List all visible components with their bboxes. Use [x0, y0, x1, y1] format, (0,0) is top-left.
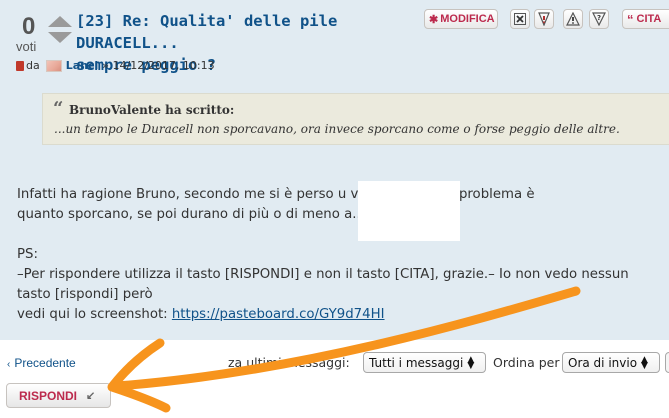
- reply-arrow-icon: ↙: [86, 390, 96, 402]
- body-line: PS:: [17, 247, 38, 262]
- body-line-prefix: vedi qui lo screenshot:: [17, 307, 172, 322]
- delete-icon: [514, 13, 526, 25]
- star-icon: ✱: [429, 13, 439, 26]
- post-panel: 0 voti [23] Re: Qualita' delle pile DURA…: [0, 0, 669, 340]
- reply-button-label: RISPONDI: [19, 388, 78, 403]
- quote-author: BrunoValente ha scritto:: [69, 103, 235, 117]
- author-prefix: da: [26, 59, 40, 72]
- display-select[interactable]: Tutti i messaggi ▲ ▼: [363, 352, 486, 373]
- post-title-line1[interactable]: [23] Re: Qualita' delle pile DURACELL...: [76, 10, 406, 54]
- direction-select[interactable]: [665, 352, 669, 373]
- delete-button[interactable]: [510, 9, 530, 29]
- svg-text:?: ?: [597, 14, 601, 22]
- select-arrows-icon: ▲ ▼: [467, 354, 475, 371]
- edit-button-label: MODIFICA: [440, 13, 495, 25]
- author-name[interactable]: Lanci: [66, 59, 99, 72]
- screenshot-link[interactable]: https://pasteboard.co/GY9d74HI: [172, 307, 385, 322]
- vote-count: 0: [22, 13, 36, 40]
- author-line: da Lanci » 14/12/2017, 10:13: [16, 59, 215, 72]
- post-timestamp: » 14/12/2017, 10:13: [102, 59, 215, 72]
- sort-select[interactable]: Ora di invio ▲ ▼: [562, 352, 660, 373]
- select-arrows-icon: ▲ ▼: [641, 354, 648, 371]
- info-button[interactable]: ?: [589, 9, 609, 29]
- warning-icon: [538, 12, 550, 26]
- vote-label: voti: [16, 39, 37, 54]
- body-line: –Per rispondere utilizza il tasto [RISPO…: [17, 267, 629, 282]
- report-button[interactable]: [563, 9, 583, 29]
- body-line: tasto [rispondi] però: [17, 287, 153, 302]
- previous-link[interactable]: ‹ Precedente: [7, 356, 76, 370]
- annotation-arrow-head: [107, 338, 171, 413]
- body-line: quanto sporcano, se poi durano di più o …: [17, 207, 365, 222]
- quote-mark-icon: “: [627, 11, 634, 27]
- vote-up-icon[interactable]: [48, 16, 72, 27]
- display-select-value: Tutti i messaggi: [369, 355, 464, 370]
- vote-down-icon[interactable]: [48, 32, 72, 43]
- warning-button[interactable]: [534, 9, 554, 29]
- sort-label: Ordina per: [493, 355, 560, 370]
- post-icon: [16, 60, 24, 71]
- edit-button[interactable]: ✱ MODIFICA: [424, 9, 498, 29]
- sort-select-value: Ora di invio: [568, 355, 638, 370]
- quote-button[interactable]: “ CITA: [622, 9, 669, 29]
- body-line: vedi qui lo screenshot: https://pasteboa…: [17, 305, 667, 325]
- body-line: Infatti ha ragione Bruno, secondo me si …: [17, 187, 535, 202]
- display-label: za ultimi messaggi:: [228, 355, 350, 370]
- post-body: Infatti ha ragione Bruno, secondo me si …: [17, 185, 667, 325]
- quote-mark: “: [53, 98, 64, 119]
- chevron-left-icon: ‹: [7, 359, 11, 370]
- quote-text: ...un tempo le Duracell non sporcavano, …: [54, 122, 620, 136]
- avatar[interactable]: [45, 59, 62, 72]
- quote-block: “ BrunoValente ha scritto: ...un tempo l…: [42, 93, 669, 145]
- vote-widget: 0 voti: [10, 10, 72, 54]
- redacted-region: [358, 181, 460, 241]
- info-icon: ?: [592, 12, 606, 26]
- quote-button-label: CITA: [636, 13, 662, 25]
- report-icon: [566, 12, 580, 26]
- previous-link-label[interactable]: Precedente: [14, 356, 75, 370]
- reply-button[interactable]: RISPONDI ↙: [6, 383, 111, 408]
